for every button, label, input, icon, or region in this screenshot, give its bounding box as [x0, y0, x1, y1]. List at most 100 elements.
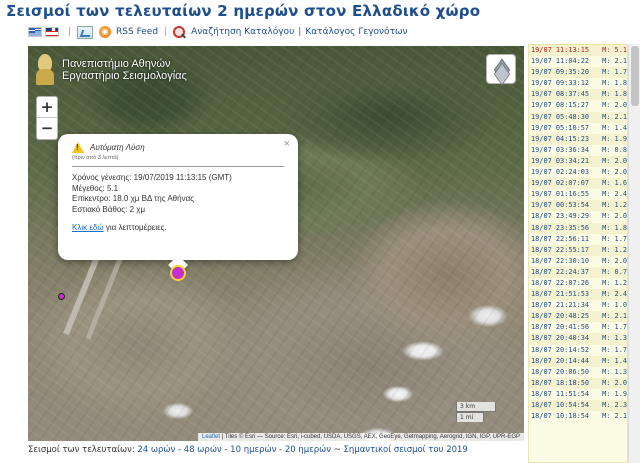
event-datetime: 19/07 03:36:34 — [531, 145, 590, 154]
event-magnitude: M: 0.8 — [602, 145, 627, 154]
list-item[interactable]: 19/07 05:10:57 M: 1.4 — [529, 123, 627, 134]
event-datetime: 18/07 18:18:50 — [531, 378, 590, 387]
rss-icon[interactable]: ◉ — [99, 26, 112, 38]
event-datetime: 18/07 20:14:52 — [531, 345, 590, 354]
rss-feed-link[interactable]: RSS Feed — [116, 27, 158, 37]
zoom-out-button[interactable]: − — [37, 118, 57, 139]
list-item[interactable]: 18/07 23:49:29 M: 2.0 — [529, 211, 627, 222]
catalog-search-link[interactable]: Αναζήτηση Καταλόγου — [191, 27, 294, 37]
event-magnitude: M: 2.1 — [602, 57, 627, 66]
list-item[interactable]: 18/07 20:41:56 M: 1.7 — [529, 322, 627, 333]
event-magnitude: M: 1.2 — [602, 278, 627, 287]
list-item[interactable]: 18/07 20:06:50 M: 1.3 — [529, 367, 627, 378]
event-datetime: 18/07 21:21:34 — [531, 301, 590, 310]
list-item[interactable]: 19/07 08:15:27 M: 2.0 — [529, 100, 627, 111]
event-datetime: 18/07 20:41:56 — [531, 323, 590, 332]
link-10d[interactable]: 10 ημερών — [230, 445, 276, 455]
list-item[interactable]: 18/07 22:24:37 M: 0.7 — [529, 266, 627, 278]
link-significant[interactable]: Σημαντικοί σεισμοί του 2019 — [344, 445, 468, 455]
event-magnitude: M: 2.1 — [602, 312, 627, 321]
details-link[interactable]: Κλικ εδώ — [72, 223, 104, 232]
event-datetime: 19/07 03:34:21 — [531, 156, 590, 165]
list-item[interactable]: 19/07 02:24:03 M: 2.0 — [529, 167, 627, 178]
list-item[interactable]: 19/07 03:34:21 M: 2.0 — [529, 155, 627, 168]
list-item[interactable]: 18/07 22:30:10 M: 2.0 — [529, 256, 627, 267]
list-item[interactable]: 19/07 01:16:55 M: 2.4 — [529, 189, 627, 200]
list-item[interactable]: 18/07 23:35:56 M: 1.8 — [529, 222, 627, 234]
footer: Σεισμοί των τελευταίων: 24 ωρών - 48 ωρώ… — [28, 445, 468, 455]
list-item[interactable]: 18/07 20:48:25 M: 2.1 — [529, 311, 627, 323]
event-magnitude: M: 1.7 — [602, 234, 627, 243]
event-magnitude: M: 0.7 — [602, 267, 627, 276]
list-item[interactable]: 18/07 10:54:54 M: 2.3 — [529, 400, 627, 412]
list-item[interactable]: 18/07 20:14:52 M: 1.7 — [529, 345, 627, 356]
list-item[interactable]: 18/07 20:40:34 M: 1.3 — [529, 333, 627, 345]
list-item[interactable]: 18/07 20:14:44 M: 1.4 — [529, 355, 627, 367]
list-item[interactable]: 18/07 22:07:26 M: 1.2 — [529, 278, 627, 289]
scrollbar-thumb[interactable] — [631, 46, 639, 106]
scale-mi: 1 mi — [456, 412, 484, 422]
popup-age: (πριν από 3 λεπτά) — [72, 155, 119, 161]
event-magnitude: M: 2.0 — [602, 212, 627, 221]
list-item[interactable]: 18/07 22:56:11 M: 1.7 — [529, 234, 627, 245]
chart-icon[interactable] — [77, 25, 94, 39]
magnitude: Μέγεθος: 5.1 — [72, 183, 119, 193]
list-item[interactable]: 19/07 04:15:23 M: 1.9 — [529, 133, 627, 145]
uk-flag-icon[interactable] — [45, 27, 59, 37]
seismic-map[interactable]: Πανεπιστήμιο Αθηνών Εργαστήριο Σεισμολογ… — [28, 46, 524, 441]
popup-heading: Αυτόματη Λύση — [72, 142, 284, 153]
event-magnitude: M: 1.8 — [602, 223, 627, 232]
event-magnitude: M: 2.0 — [602, 101, 627, 110]
link-24h[interactable]: 24 ωρών — [137, 445, 175, 455]
event-magnitude: M: 1.6 — [602, 179, 627, 188]
event-catalog-link[interactable]: Κατάλογος Γεγονότων — [305, 27, 407, 37]
event-datetime: 18/07 11:51:54 — [531, 389, 590, 398]
athena-head-icon — [34, 54, 56, 86]
event-magnitude: M: 5.1 — [602, 46, 627, 54]
event-datetime: 18/07 23:49:29 — [531, 212, 590, 221]
link-48h[interactable]: 48 ωρών — [184, 445, 222, 455]
earthquake-marker-main[interactable] — [170, 265, 186, 281]
event-magnitude: M: 2.1 — [602, 412, 627, 421]
zoom-control: + − — [36, 96, 58, 140]
earthquake-marker[interactable] — [58, 293, 65, 300]
leaflet-link[interactable]: Leaflet — [202, 434, 220, 440]
list-item[interactable]: 18/07 21:51:53 M: 2.4 — [529, 289, 627, 301]
list-item[interactable]: 18/07 18:18:50 M: 2.0 — [529, 377, 627, 389]
list-item[interactable]: 19/07 05:48:30 M: 2.1 — [529, 111, 627, 123]
list-item[interactable]: 19/07 08:37:45 M: 1.8 — [529, 89, 627, 101]
event-datetime: 18/07 20:40:34 — [531, 334, 590, 343]
link-20d[interactable]: 20 ημερών — [285, 445, 331, 455]
zoom-in-button[interactable]: + — [37, 97, 57, 118]
list-item[interactable]: 19/07 02:07:07 M: 1.6 — [529, 178, 627, 190]
list-item[interactable]: 18/07 11:51:54 M: 1.9 — [529, 389, 627, 400]
event-datetime: 19/07 00:53:54 — [531, 201, 590, 210]
event-magnitude: M: 2.3 — [602, 401, 627, 409]
scale-km: 3 km — [456, 402, 496, 412]
page-title: Σεισμοί των τελευταίων 2 ημερών στον Ελλ… — [6, 2, 481, 20]
event-magnitude: M: 1.7 — [602, 345, 627, 354]
greek-flag-icon[interactable] — [28, 27, 42, 37]
event-datetime: 19/07 04:15:23 — [531, 134, 590, 143]
list-item[interactable]: 19/07 09:35:20 M: 1.7 — [529, 67, 627, 79]
scale-bar: 3 km 1 mi — [456, 402, 496, 422]
event-datetime: 18/07 10:54:54 — [531, 401, 590, 409]
list-item[interactable]: 19/07 03:36:34 M: 0.8 — [529, 145, 627, 156]
event-magnitude: M: 1.3 — [602, 367, 627, 376]
list-item[interactable]: 19/07 09:33:12 M: 1.8 — [529, 78, 627, 89]
list-item[interactable]: 19/07 11:13:15 M: 5.1 — [529, 45, 627, 57]
event-datetime: 19/07 11:13:15 — [531, 46, 590, 54]
popup-title: Αυτόματη Λύση — [90, 143, 145, 152]
institution-line-2: Εργαστήριο Σεισμολογίας — [62, 70, 187, 82]
layers-icon[interactable] — [486, 54, 516, 84]
list-item[interactable]: 18/07 21:21:34 M: 1.0 — [529, 300, 627, 311]
warning-icon — [72, 142, 84, 153]
list-item[interactable]: 18/07 10:18:54 M: 2.1 — [529, 411, 627, 422]
search-icon[interactable] — [173, 25, 186, 39]
event-list-scrollbar[interactable] — [628, 44, 640, 463]
event-list[interactable]: 19/07 11:13:15 M: 5.1 19/07 11:04:22 M: 2.1… — [528, 44, 628, 463]
list-item[interactable]: 18/07 22:55:17 M: 1.2 — [529, 244, 627, 256]
list-item[interactable]: 19/07 00:53:54 M: 1.2 — [529, 200, 627, 212]
close-icon[interactable]: × — [284, 138, 290, 150]
list-item[interactable]: 19/07 11:04:22 M: 2.1 — [529, 56, 627, 67]
